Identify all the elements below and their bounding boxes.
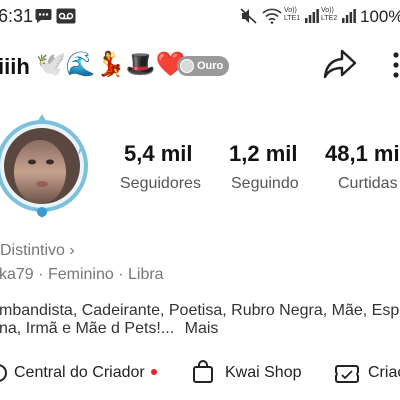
- bio-line-2-text: na, Irmã e Mãe d Pets!...: [0, 320, 175, 337]
- profile-meta: ka79 · Feminino · Libra: [0, 266, 164, 284]
- share-icon[interactable]: [322, 48, 358, 85]
- notification-dot: [151, 369, 157, 375]
- status-time: 6:31: [0, 6, 34, 26]
- volte-label: Vo)): [284, 7, 297, 14]
- more-options-icon[interactable]: [392, 52, 400, 83]
- meta-separator: ·: [118, 266, 128, 283]
- lte1-text: LTE1: [284, 15, 301, 22]
- voicemail-icon: [56, 8, 76, 29]
- meta-separator: ·: [38, 266, 48, 283]
- signal-2-icon: [342, 9, 356, 28]
- badge-label: Ouro: [197, 60, 224, 72]
- level-badge[interactable]: Ouro: [177, 56, 229, 76]
- stat-followers-value[interactable]: 5,4 mil: [124, 141, 192, 167]
- badge-link[interactable]: Distintivo ›: [0, 242, 75, 260]
- signal-1-icon: [305, 9, 319, 28]
- stat-followers-label[interactable]: Seguidores: [120, 175, 201, 193]
- creation-icon[interactable]: [335, 362, 359, 389]
- stat-likes-label[interactable]: Curtidas: [338, 175, 398, 193]
- creator-center-button[interactable]: Central do Criador: [14, 364, 145, 382]
- lte2-text: LTE2: [321, 15, 338, 22]
- profile-name: iiih: [0, 54, 30, 79]
- badge-link-label: Distintivo: [0, 242, 65, 259]
- bio-more-link[interactable]: Mais: [185, 320, 219, 337]
- stat-following-label[interactable]: Seguindo: [231, 175, 299, 193]
- profile-emojis: 🕊️🌊💃🎩❤️: [36, 51, 186, 78]
- stat-following-value[interactable]: 1,2 mil: [229, 141, 297, 167]
- mute-icon: [240, 8, 258, 29]
- creation-button[interactable]: Criac: [368, 364, 400, 382]
- lte2-label: Vo)) LTE2: [321, 7, 337, 23]
- profile-sign: Libra: [127, 266, 164, 283]
- stat-likes-value[interactable]: 48,1 mi: [325, 141, 400, 167]
- bio-line-1: mbandista, Cadeirante, Poetisa, Rubro Ne…: [0, 302, 400, 319]
- profile-handle: ka79: [0, 266, 34, 283]
- chat-notification-icon: [35, 8, 52, 29]
- kwai-shop-button[interactable]: Kwai Shop: [225, 364, 302, 382]
- bio-line-2: na, Irmã e Mãe d Pets!... Mais: [0, 320, 218, 338]
- shopping-bag-icon[interactable]: [192, 360, 214, 389]
- creator-center-icon[interactable]: [0, 362, 8, 389]
- profile-gender: Feminino: [47, 266, 114, 283]
- wifi-icon: [262, 8, 282, 29]
- battery-text: 100%: [360, 7, 400, 26]
- badge-coin-icon: [180, 59, 194, 73]
- chevron-right-icon: ›: [69, 242, 75, 259]
- avatar[interactable]: [0, 106, 92, 235]
- lte1-label: Vo)) LTE1: [284, 7, 300, 23]
- volte-label-2: Vo)): [321, 7, 334, 14]
